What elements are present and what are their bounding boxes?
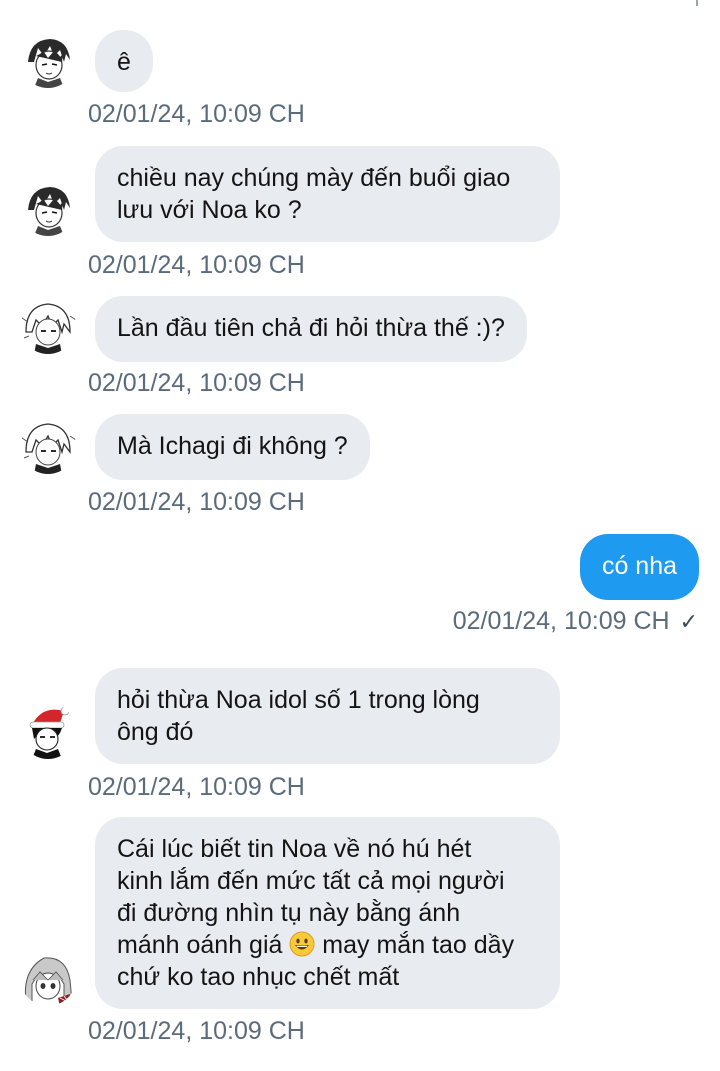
message-text: may mắn tao dầy <box>315 931 515 959</box>
message-bubble[interactable]: chiều nay chúng mày đến buổi giao lưu vớ… <box>95 146 560 242</box>
message-bubble[interactable]: Mà Ichagi đi không ? <box>95 414 370 480</box>
message-text: Cái lúc biết tin Noa về nó hú hét <box>117 835 472 863</box>
message-timestamp: 02/01/24, 10:09 CH <box>88 251 305 279</box>
chat-thread: ê 02/01/24, 10:09 CH chiều nay chúng mày… <box>0 0 720 1071</box>
message-text: đi đường nhìn tụ này bằng ánh <box>117 899 461 927</box>
avatar[interactable] <box>20 703 76 759</box>
white-hair-avatar-icon <box>20 418 76 474</box>
white-hair-avatar-icon <box>20 298 76 354</box>
message-bubble[interactable]: hỏi thừa Noa idol số 1 trong lòng ông đó <box>95 668 560 764</box>
long-hair-girl-avatar-icon <box>20 950 76 1006</box>
avatar[interactable] <box>20 298 76 354</box>
message-timestamp: 02/01/24, 10:09 CH <box>88 1017 305 1045</box>
anime-boy-avatar-icon <box>20 180 76 236</box>
sent-check-icon: ✓ <box>679 609 698 634</box>
avatar[interactable] <box>20 180 76 236</box>
santa-hat-avatar-icon <box>20 703 76 759</box>
message-timestamp: 02/01/24, 10:09 CH <box>88 100 305 128</box>
scroll-indicator <box>688 0 698 6</box>
message-timestamp: 02/01/24, 10:09 CH <box>88 773 305 801</box>
message-text: ê <box>117 48 131 76</box>
message-text: kinh lắm đến mức tất cả mọi người <box>117 867 505 895</box>
avatar[interactable] <box>20 418 76 474</box>
avatar[interactable] <box>20 950 76 1006</box>
message-text: mánh oánh giá <box>117 931 283 959</box>
message-bubble[interactable]: Lần đầu tiên chả đi hỏi thừa thế :)? <box>95 296 527 362</box>
message-text-with-emoji: mánh oánh giá may mắn tao dầy <box>117 929 538 961</box>
anime-boy-avatar-icon <box>20 32 76 88</box>
message-bubble[interactable]: Cái lúc biết tin Noa về nó hú hét kinh l… <box>95 817 560 1009</box>
message-text: ông đó <box>117 718 194 746</box>
message-text: chứ ko tao nhục chết mất <box>117 963 400 991</box>
message-bubble[interactable]: ê <box>95 30 153 92</box>
message-text: lưu với Noa ko ? <box>117 196 302 224</box>
message-text: Lần đầu tiên chả đi hỏi thừa thế :)? <box>117 314 505 342</box>
grinning-face-emoji-icon <box>289 931 315 957</box>
message-text: chiều nay chúng mày đến buổi giao <box>117 164 511 192</box>
outgoing-message-bubble[interactable]: có nha <box>579 534 699 600</box>
message-text: hỏi thừa Noa idol số 1 trong lòng <box>117 686 480 714</box>
timestamp-text: 02/01/24, 10:09 CH <box>452 607 670 635</box>
message-timestamp: 02/01/24, 10:09 CH <box>88 369 305 397</box>
message-text: Mà Ichagi đi không ? <box>117 432 348 460</box>
message-timestamp: 02/01/24, 10:09 CH ✓ <box>453 606 698 637</box>
message-text: có nha <box>601 552 677 580</box>
message-timestamp: 02/01/24, 10:09 CH <box>88 488 305 516</box>
avatar[interactable] <box>20 32 76 88</box>
